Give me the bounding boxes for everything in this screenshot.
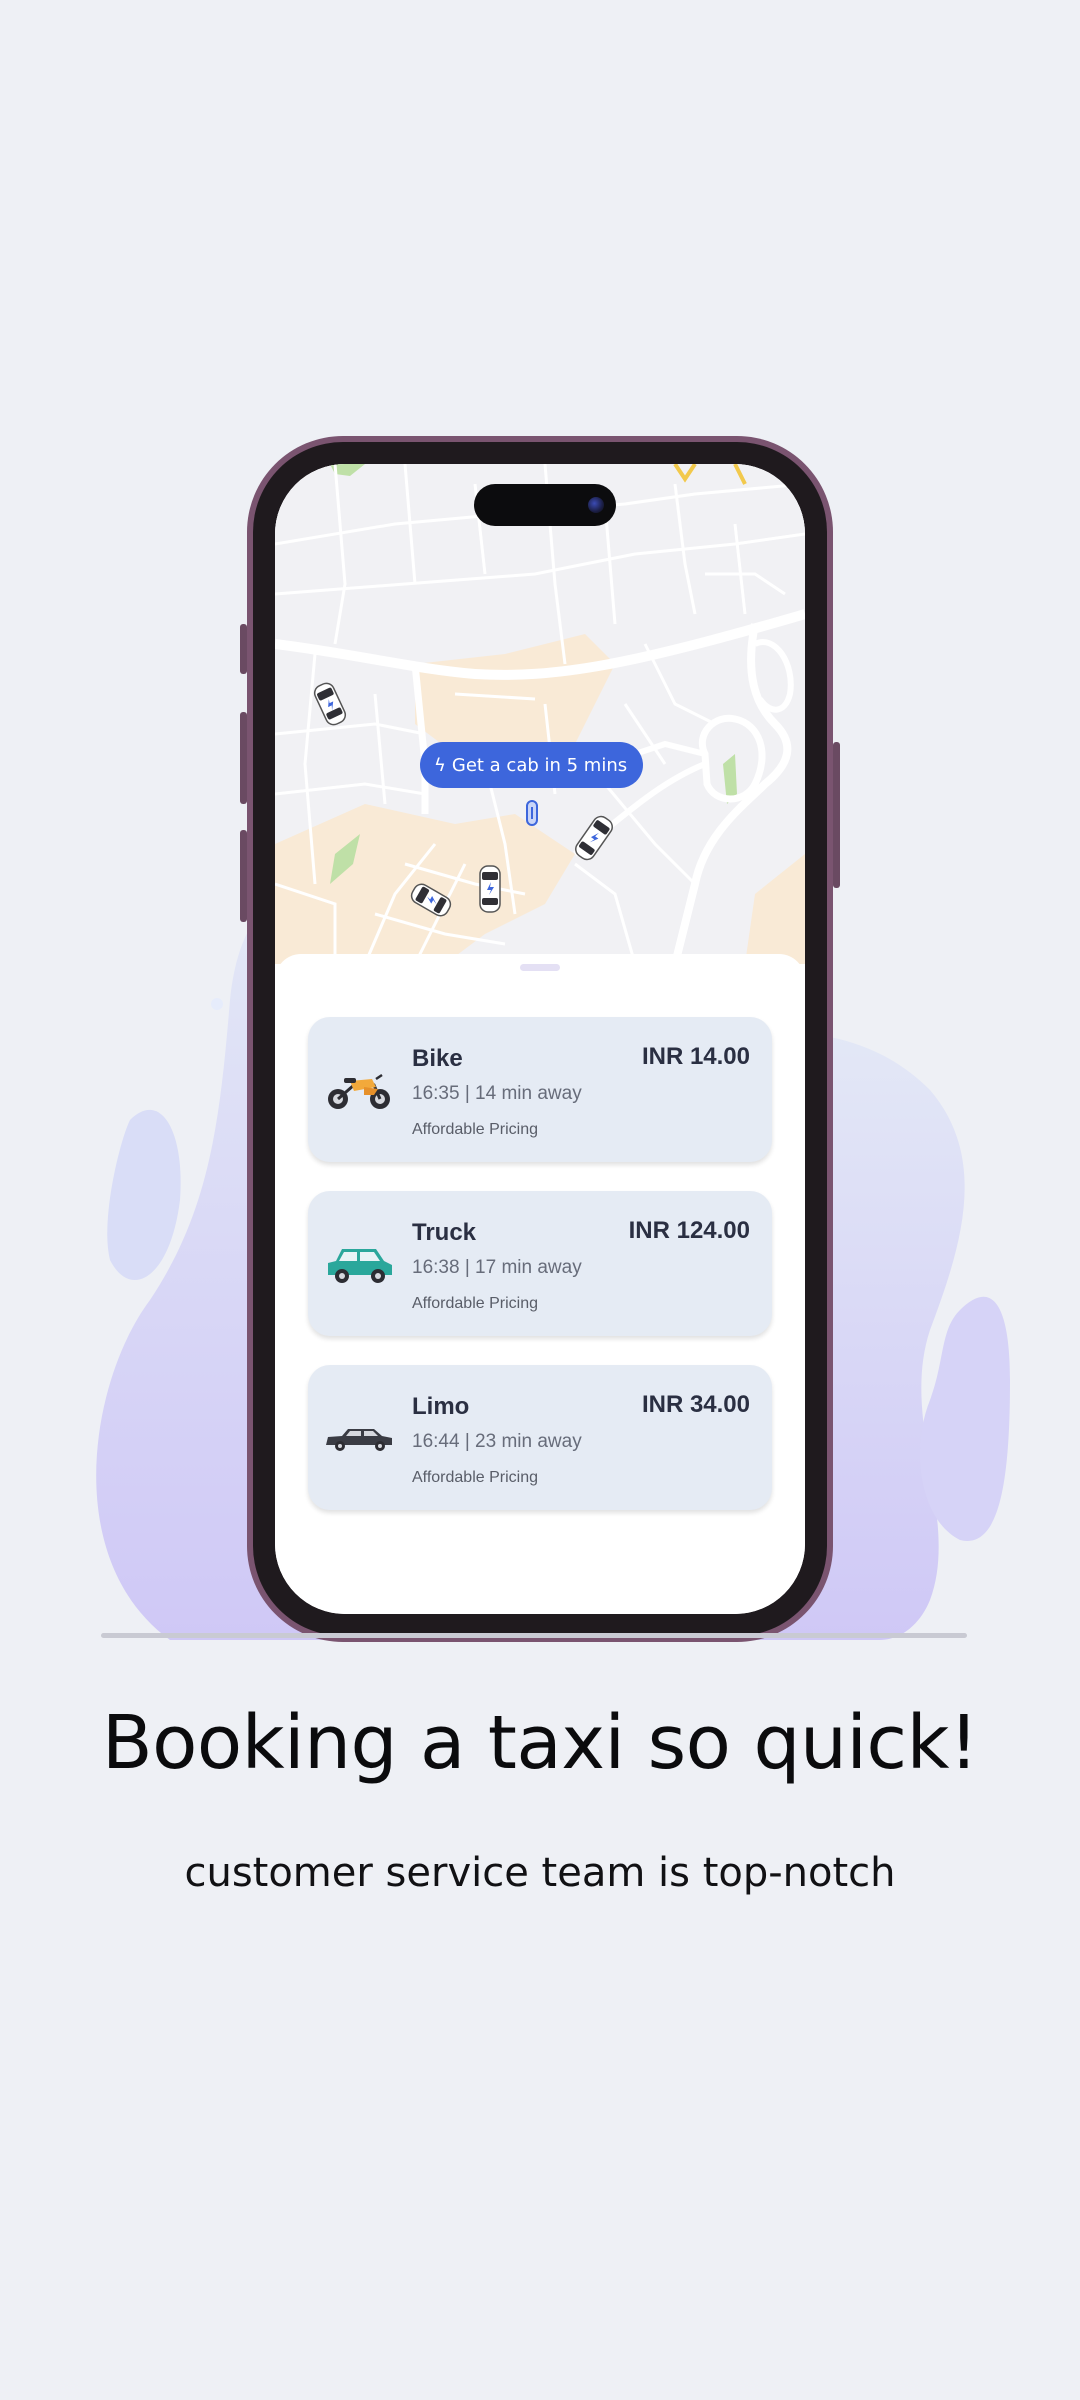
ride-name: Truck — [412, 1219, 477, 1246]
ride-name: Limo — [412, 1393, 470, 1420]
phone-bezel: ϟ Get a cab in 5 mins Bike INR 14.00 16:… — [253, 442, 827, 1636]
phone-side-button — [240, 830, 247, 922]
ride-price: INR 124.00 — [628, 1217, 750, 1244]
ride-tag: Affordable Pricing — [412, 1121, 538, 1138]
cab-eta-badge[interactable]: ϟ Get a cab in 5 mins — [420, 742, 644, 788]
car-marker — [313, 682, 347, 726]
ride-options-sheet: Bike INR 14.00 16:35 | 14 min away Affor… — [275, 954, 805, 1614]
phone-mockup: ϟ Get a cab in 5 mins Bike INR 14.00 16:… — [247, 436, 833, 1642]
ride-option-limo[interactable]: Limo INR 34.00 16:44 | 23 min away Affor… — [308, 1365, 772, 1510]
car-marker — [479, 865, 501, 913]
lightning-icon: ϟ — [434, 754, 446, 776]
sheet-drag-handle[interactable] — [520, 964, 560, 971]
ride-tag: Affordable Pricing — [412, 1295, 538, 1312]
limousine-icon — [326, 1429, 392, 1451]
phone-side-button — [240, 624, 247, 674]
ride-price: INR 34.00 — [641, 1391, 750, 1418]
motorcycle-icon — [328, 1073, 390, 1109]
car-marker — [410, 883, 452, 917]
map-streets — [275, 464, 805, 965]
ground-line — [101, 1633, 967, 1638]
ride-tag: Affordable Pricing — [412, 1469, 538, 1486]
car-icon — [328, 1249, 392, 1283]
camera-icon — [588, 497, 604, 513]
phone-side-button — [240, 712, 247, 804]
car-marker — [575, 815, 613, 861]
cab-eta-label: Get a cab in 5 mins — [451, 754, 628, 776]
ride-eta: 16:44 | 23 min away — [412, 1431, 582, 1452]
ride-option-bike[interactable]: Bike INR 14.00 16:35 | 14 min away Affor… — [308, 1017, 772, 1162]
ride-price: INR 14.00 — [641, 1043, 750, 1070]
onboarding-screen: ϟ Get a cab in 5 mins Bike INR 14.00 16:… — [0, 0, 1080, 2400]
onboarding-subtitle: customer service team is top-notch — [184, 1850, 896, 1896]
ride-eta: 16:38 | 17 min away — [412, 1257, 582, 1278]
ride-eta: 16:35 | 14 min away — [412, 1083, 582, 1104]
phone-screen: ϟ Get a cab in 5 mins Bike INR 14.00 16:… — [275, 464, 805, 1614]
map-view[interactable]: ϟ Get a cab in 5 mins — [275, 464, 805, 965]
ride-option-truck[interactable]: Truck INR 124.00 16:38 | 17 min away Aff… — [308, 1191, 772, 1336]
ride-name: Bike — [412, 1045, 463, 1072]
dynamic-island — [474, 484, 616, 526]
phone-side-button — [833, 742, 840, 888]
onboarding-title: Booking a taxi so quick! — [101, 1700, 979, 1786]
location-pin-icon — [526, 800, 538, 826]
